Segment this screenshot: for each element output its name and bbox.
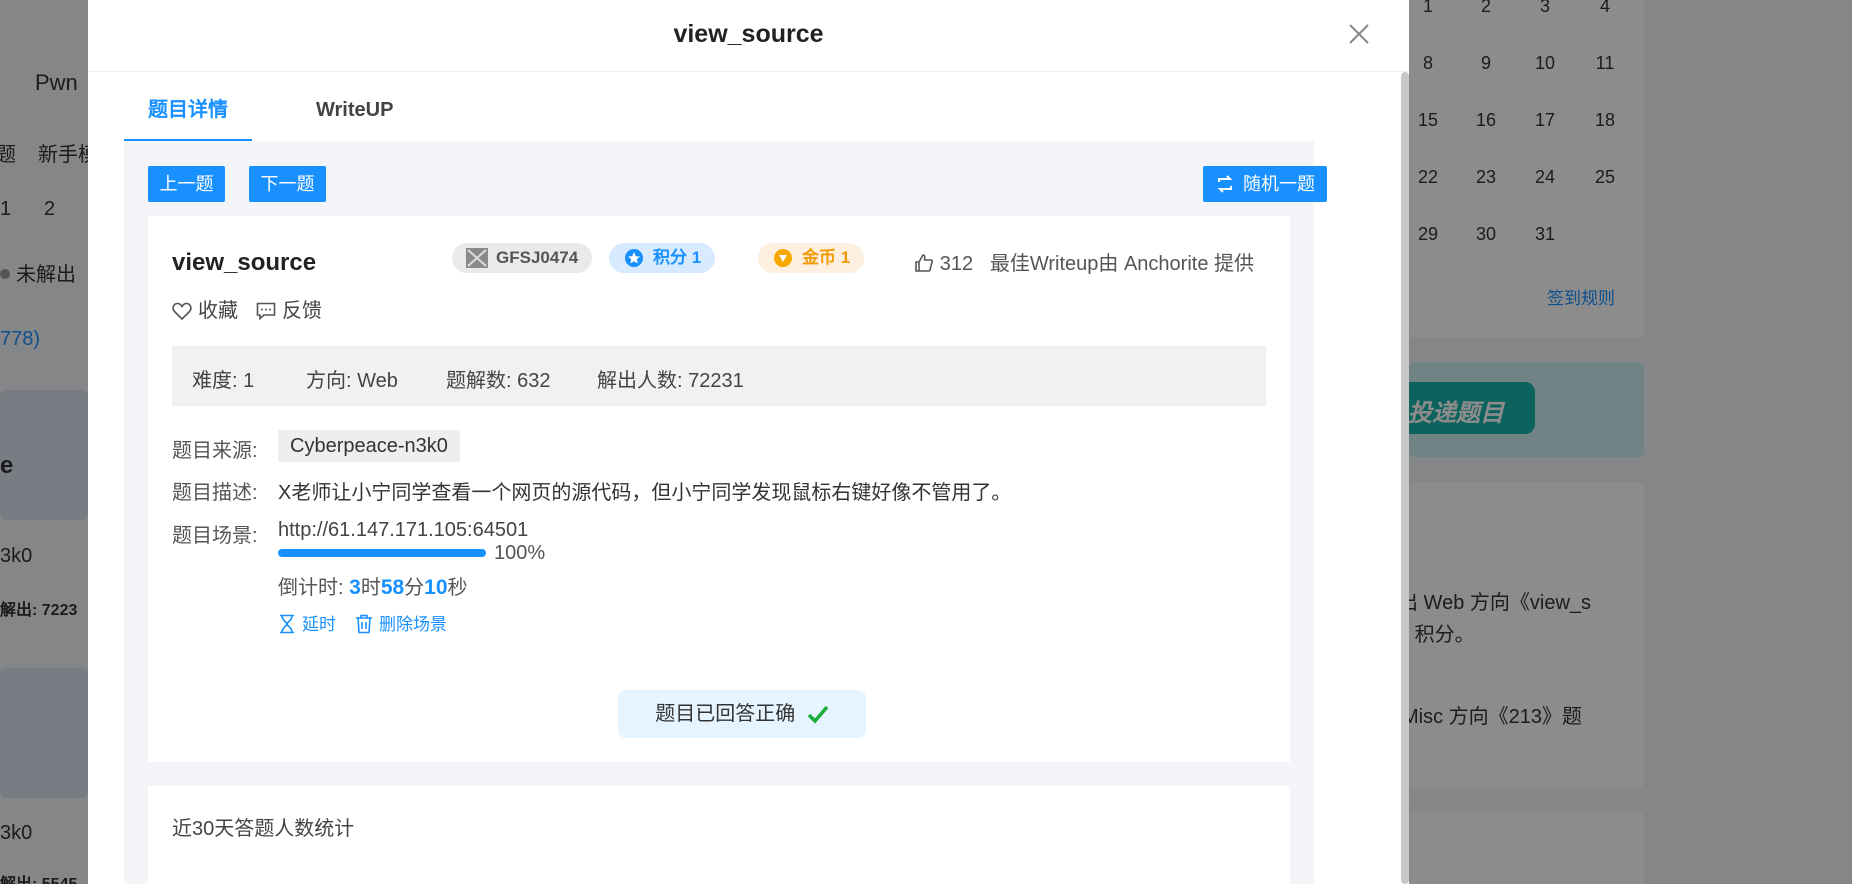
countdown-seconds: 10 <box>424 576 448 599</box>
stat-writeups: 题解数: 632 <box>446 370 551 392</box>
countdown: 倒计时: 3时58分10秒 <box>278 571 468 600</box>
modal-tabs: 题目详情 WriteUP <box>124 92 1314 142</box>
countdown-m-unit: 分 <box>404 577 425 599</box>
favorite-button[interactable]: 收藏 <box>172 294 238 323</box>
trash-icon <box>356 614 372 634</box>
favorite-label: 收藏 <box>198 300 238 322</box>
likes-info: 312 最佳Writeup由 Anchorite 提供 <box>914 247 1254 276</box>
extend-button[interactable]: 延时 <box>278 610 336 635</box>
heart-icon <box>172 302 192 321</box>
countdown-hours: 3 <box>349 576 361 599</box>
stats-section-title: 近30天答题人数统计 <box>172 818 355 840</box>
countdown-h-unit: 时 <box>360 577 381 599</box>
challenge-panel: view_source GFSJ0474 积分 1 金币 1 312 最佳Wri… <box>148 216 1290 762</box>
source-label: 题目来源: <box>172 440 258 462</box>
scene-url[interactable]: http://61.147.171.105:64501 <box>278 519 528 542</box>
shuffle-icon <box>1217 175 1233 193</box>
desc-value: X老师让小宁同学查看一个网页的源代码，但小宁同学发现鼠标右键好像不管用了。 <box>278 482 1012 504</box>
random-button-label: 随机一题 <box>1243 174 1315 194</box>
stat-direction: 方向: Web <box>306 370 398 392</box>
scene-progress-text: 100% <box>494 542 546 564</box>
tab-details[interactable]: 题目详情 <box>124 92 252 142</box>
modal-scrollbar[interactable] <box>1401 72 1409 884</box>
extend-label: 延时 <box>302 615 336 634</box>
modal-title: view_source <box>673 20 824 48</box>
gold-value: 金币 1 <box>802 248 851 267</box>
challenge-name: view_source <box>172 249 317 276</box>
random-button[interactable]: 随机一题 <box>1203 166 1327 202</box>
scene-progress-fill <box>278 549 486 557</box>
star-badge-icon <box>625 249 643 267</box>
challenge-id-tag: GFSJ0474 <box>452 243 593 273</box>
comment-icon <box>256 302 276 321</box>
challenge-id: GFSJ0474 <box>496 248 579 267</box>
avatar-icon <box>466 248 488 268</box>
check-icon <box>807 705 829 724</box>
scene-label: 题目场景: <box>172 525 258 547</box>
desc-label: 题目描述: <box>172 482 258 504</box>
delete-scene-label: 删除场景 <box>379 615 447 634</box>
score-value: 积分 1 <box>653 248 702 267</box>
countdown-minutes: 58 <box>380 576 405 599</box>
scene-progress-bar <box>278 549 486 557</box>
source-value: Cyberpeace-n3k0 <box>278 430 460 462</box>
writeup-credit: 最佳Writeup由 Anchorite 提供 <box>989 253 1254 275</box>
feedback-button[interactable]: 反馈 <box>256 294 322 323</box>
gold-tag: 金币 1 <box>758 243 865 273</box>
thumbs-up-icon[interactable] <box>914 253 934 273</box>
challenge-modal: view_source 题目详情 WriteUP 上一题 下一题 随机一题 vi… <box>88 0 1409 884</box>
likes-count: 312 <box>939 253 974 275</box>
stats-bar: 难度: 1 方向: Web 题解数: 632 解出人数: 72231 <box>172 346 1266 406</box>
tab-writeup[interactable]: WriteUP <box>316 92 393 142</box>
modal-header: view_source <box>88 0 1409 72</box>
stat-difficulty: 难度: 1 <box>192 370 255 392</box>
prev-button[interactable]: 上一题 <box>148 166 225 202</box>
hourglass-icon <box>280 614 294 634</box>
feedback-label: 反馈 <box>282 300 322 322</box>
next-button[interactable]: 下一题 <box>249 166 326 202</box>
score-tag: 积分 1 <box>609 243 716 273</box>
answered-status: 题目已回答正确 <box>618 690 866 738</box>
modal-content: 上一题 下一题 随机一题 view_source GFSJ0474 积分 1 金… <box>124 141 1327 884</box>
delete-scene-button[interactable]: 删除场景 <box>355 610 447 635</box>
countdown-s-unit: 秒 <box>447 577 468 599</box>
close-icon[interactable] <box>1347 22 1371 46</box>
stat-solvers: 解出人数: 72231 <box>597 370 744 392</box>
answered-label: 题目已回答正确 <box>655 703 796 725</box>
coin-icon <box>774 249 792 267</box>
countdown-prefix: 倒计时: <box>278 577 344 599</box>
stats-panel: 近30天答题人数统计 <box>148 786 1290 884</box>
